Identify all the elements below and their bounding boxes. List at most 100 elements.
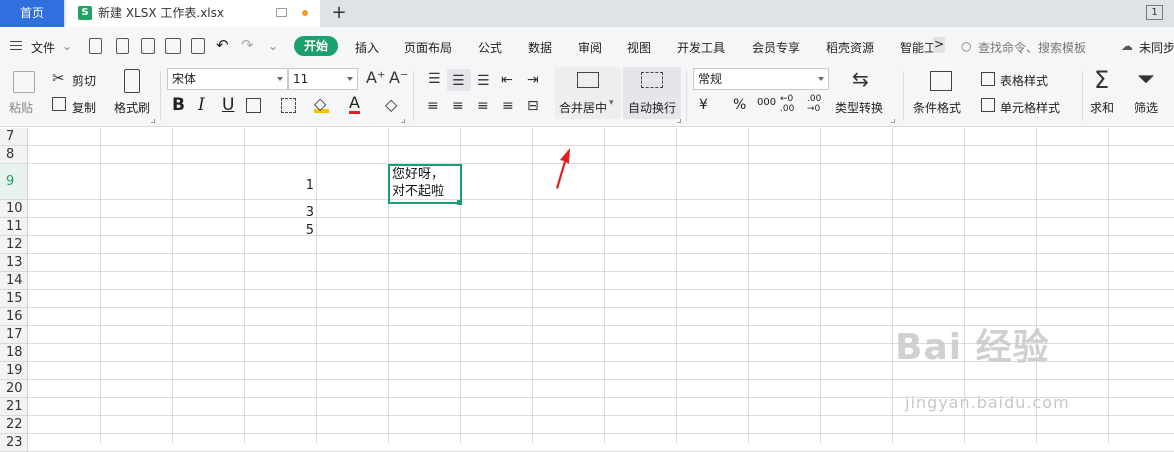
export-icon[interactable] (141, 38, 155, 54)
align-top-icon[interactable]: ☰ (428, 71, 441, 87)
sync-status[interactable]: 未同步 (1139, 39, 1174, 56)
row-header[interactable]: 12 (0, 236, 28, 254)
tab-view[interactable]: 视图 (627, 39, 651, 56)
cell-e10[interactable]: 3 (284, 205, 314, 220)
tab-member[interactable]: 会员专享 (752, 39, 800, 56)
tab-formula[interactable]: 公式 (478, 39, 502, 56)
row-header[interactable]: 18 (0, 344, 28, 362)
cut-button[interactable]: 剪切 (72, 72, 96, 89)
row-header[interactable]: 16 (0, 308, 28, 326)
underline-button[interactable]: U (222, 95, 234, 115)
indent-increase-icon[interactable]: ⇥ (527, 72, 539, 88)
sum-button[interactable]: 求和 (1090, 99, 1114, 116)
row-header[interactable]: 20 (0, 380, 28, 398)
merge-center-label[interactable]: 合并居中 (559, 99, 607, 116)
row-header[interactable]: 10 (0, 200, 28, 218)
dialog-launcher-icon[interactable] (677, 119, 681, 123)
page-indicator[interactable]: 1 (1146, 5, 1163, 20)
document-tab[interactable]: S 新建 XLSX 工作表.xlsx (66, 0, 320, 27)
conditional-format-button[interactable]: 条件格式 (913, 99, 961, 116)
table-style-icon[interactable] (981, 72, 995, 86)
save-icon[interactable] (116, 38, 129, 54)
fill-handle[interactable] (457, 200, 462, 205)
cell-e11[interactable]: 5 (284, 223, 314, 238)
unsaved-dot-icon[interactable] (302, 10, 308, 16)
align-bottom-icon[interactable]: ☰ (477, 73, 490, 89)
tab-review[interactable]: 审阅 (578, 39, 602, 56)
paste-icon[interactable] (13, 71, 35, 93)
row-header[interactable]: 19 (0, 362, 28, 380)
filter-button[interactable]: 筛选 (1134, 99, 1158, 116)
row-header[interactable]: 8 (0, 146, 28, 164)
tab-start[interactable]: 开始 (294, 36, 338, 56)
copy-button[interactable]: 复制 (72, 99, 96, 116)
align-middle-icon[interactable]: ☰ (452, 73, 465, 89)
chevron-down-icon[interactable]: ⌄ (62, 39, 72, 53)
paste-button[interactable]: 粘贴 (9, 99, 33, 116)
italic-button[interactable]: I (198, 95, 205, 115)
dialog-launcher-icon[interactable] (891, 119, 895, 123)
row-header[interactable]: 14 (0, 272, 28, 290)
merge-center-icon[interactable] (577, 72, 599, 88)
chevron-down-icon[interactable]: ⌄ (268, 39, 278, 53)
new-tab-button[interactable]: + (330, 0, 348, 27)
clear-format-icon[interactable]: ◇ (385, 97, 397, 113)
home-tab[interactable]: 首页 (0, 0, 64, 27)
border-icon[interactable] (246, 98, 261, 113)
chevron-down-icon[interactable]: ▾ (609, 98, 614, 108)
type-convert-button[interactable]: 类型转换 (835, 99, 883, 116)
copy-icon[interactable] (52, 97, 66, 111)
font-size-select[interactable]: 11 (288, 68, 358, 90)
font-grow-icon[interactable]: A⁺ (366, 70, 385, 86)
convert-icon[interactable]: ⇆ (852, 69, 869, 89)
menu-icon[interactable] (10, 41, 22, 50)
row-header[interactable]: 7 (0, 128, 28, 146)
tab-resources[interactable]: 稻壳资源 (826, 39, 874, 56)
print-icon[interactable] (165, 38, 181, 54)
row-header[interactable]: 23 (0, 434, 28, 452)
distribute-icon[interactable]: ⊟ (527, 98, 539, 114)
indent-decrease-icon[interactable]: ⇤ (501, 72, 513, 88)
decimal-decrease-button[interactable]: .00 →0 (807, 94, 829, 114)
row-header[interactable]: 11 (0, 218, 28, 236)
conditional-format-icon[interactable] (930, 71, 952, 91)
font-shrink-icon[interactable]: A⁻ (389, 70, 408, 86)
tab-data[interactable]: 数据 (528, 39, 552, 56)
wrap-text-icon[interactable] (641, 72, 663, 88)
monitor-icon[interactable] (276, 8, 287, 17)
redo-icon[interactable]: ↷ (241, 36, 254, 54)
row-header[interactable]: 22 (0, 416, 28, 434)
more-tabs-button[interactable]: > (933, 37, 945, 53)
new-doc-icon[interactable] (89, 38, 102, 54)
print-preview-icon[interactable] (191, 38, 205, 54)
fill-pattern-icon[interactable] (281, 98, 296, 113)
undo-icon[interactable]: ↶ (216, 36, 229, 54)
tab-dev-tools[interactable]: 开发工具 (677, 39, 725, 56)
number-format-select[interactable]: 常规 (693, 68, 829, 90)
align-right-icon[interactable]: ≡ (477, 98, 489, 114)
tab-page-layout[interactable]: 页面布局 (404, 39, 452, 56)
search-icon[interactable]: ○ (961, 39, 971, 53)
cell-style-button[interactable]: 单元格样式 (1000, 99, 1060, 116)
row-header[interactable]: 17 (0, 326, 28, 344)
search-input[interactable]: 查找命令、搜索模板 (978, 39, 1086, 56)
dialog-launcher-icon[interactable] (401, 119, 405, 123)
tab-smart[interactable]: 智能工 (900, 39, 936, 56)
format-painter-icon[interactable] (124, 69, 140, 93)
currency-button[interactable]: ¥ (699, 97, 708, 113)
file-menu[interactable]: 文件 (31, 39, 55, 56)
row-header[interactable]: 9 (0, 164, 28, 200)
align-left-icon[interactable]: ≡ (427, 98, 439, 114)
bold-button[interactable]: B (172, 95, 185, 115)
align-center-icon[interactable]: ≡ (452, 98, 464, 114)
row-header[interactable]: 13 (0, 254, 28, 272)
decimal-increase-button[interactable]: ←0 .00 (780, 94, 802, 114)
scissors-icon[interactable]: ✂ (52, 70, 65, 86)
percent-button[interactable]: % (733, 97, 746, 113)
cell-e9[interactable]: 1 (284, 178, 314, 193)
font-color-button[interactable]: A (349, 94, 360, 114)
row-header[interactable]: 15 (0, 290, 28, 308)
format-painter-button[interactable]: 格式刷 (114, 99, 150, 116)
filter-icon[interactable]: ⏷ (1137, 69, 1155, 91)
wrap-text-label[interactable]: 自动换行 (628, 99, 676, 116)
